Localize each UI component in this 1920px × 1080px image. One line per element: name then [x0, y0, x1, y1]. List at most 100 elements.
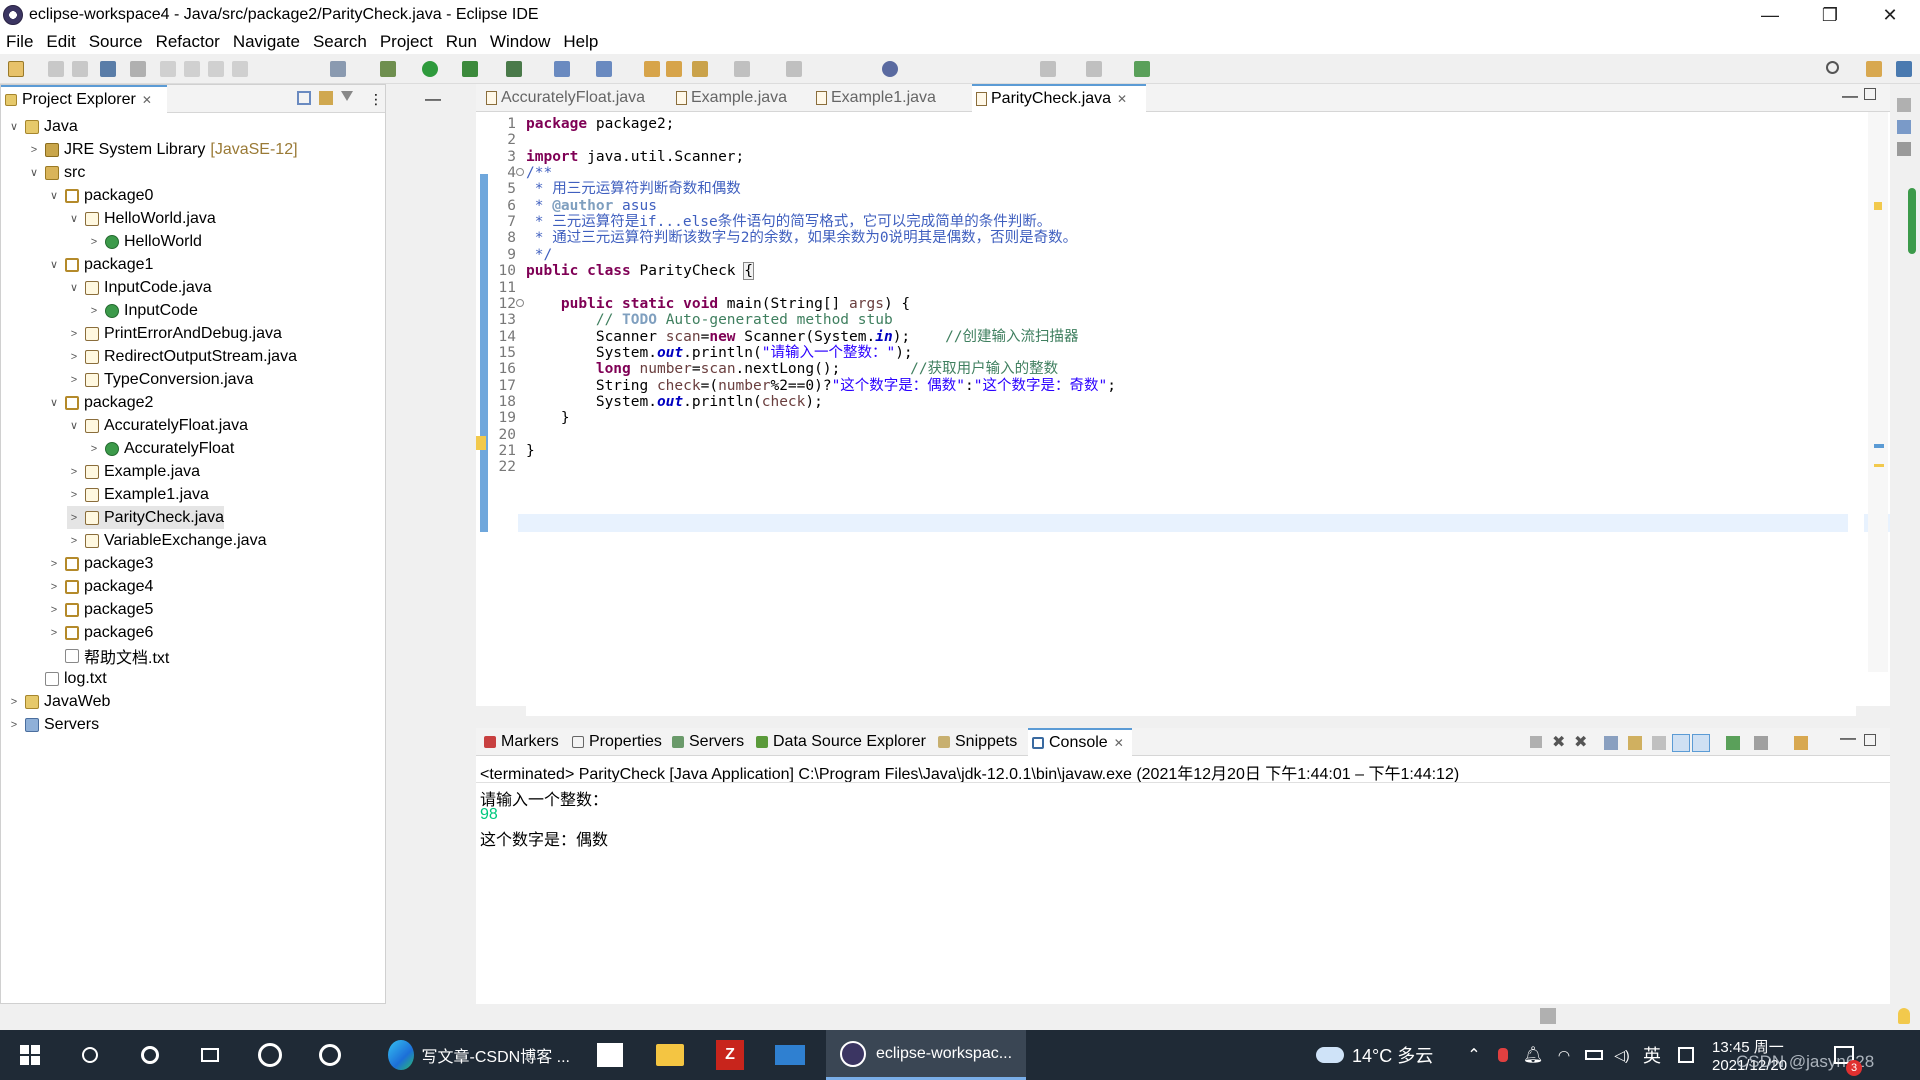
open-console-icon[interactable]: [1794, 736, 1808, 750]
debug-icon[interactable]: [380, 61, 396, 77]
ime-mode-button[interactable]: 英: [1638, 1030, 1666, 1080]
terminate-icon[interactable]: [1530, 736, 1542, 748]
chevron-right-icon[interactable]: >: [7, 696, 21, 708]
tree-item[interactable]: > JRE System Library [JavaSE-12]: [27, 138, 298, 161]
chevron-down-icon[interactable]: ∨: [27, 166, 41, 179]
code-line[interactable]: public class ParityCheck {: [526, 262, 754, 281]
tab-properties[interactable]: Properties: [568, 728, 664, 756]
view-menu-icon[interactable]: ⋮: [369, 91, 383, 108]
filezilla-button[interactable]: Z: [700, 1030, 760, 1080]
chevron-right-icon[interactable]: >: [87, 236, 101, 248]
tree-item[interactable]: > Example.java: [67, 460, 200, 483]
show-stdout-icon[interactable]: [1672, 734, 1690, 752]
code-line[interactable]: * 通过三元运算符判断该数字与2的余数，如果余数为0说明其是偶数，否则是奇数。: [526, 230, 1077, 246]
chevron-right-icon[interactable]: >: [67, 328, 81, 340]
open-task-icon[interactable]: [666, 61, 682, 77]
tab-servers[interactable]: Servers: [668, 728, 748, 756]
save-all-icon[interactable]: [72, 61, 88, 77]
tree-item[interactable]: > AccuratelyFloat: [87, 437, 234, 460]
tree-item[interactable]: > Example1.java: [67, 483, 209, 506]
chevron-down-icon[interactable]: ∨: [67, 281, 81, 294]
chevron-right-icon[interactable]: >: [47, 627, 61, 639]
open-perspective-icon[interactable]: [1134, 61, 1150, 77]
maximize-view-icon[interactable]: [1864, 734, 1876, 746]
horizontal-scrollbar[interactable]: [526, 702, 1856, 716]
open-type-icon[interactable]: [330, 61, 346, 77]
open-folder-icon[interactable]: [644, 61, 660, 77]
menu-navigate[interactable]: Navigate: [233, 32, 300, 52]
code-line[interactable]: */: [526, 247, 552, 263]
new-package-icon[interactable]: [596, 61, 612, 77]
console-vertical-scrollbar[interactable]: [1864, 786, 1880, 972]
chevron-right-icon[interactable]: >: [47, 604, 61, 616]
code-line[interactable]: * 用三元运算符判断奇数和偶数: [526, 181, 741, 197]
console-horizontal-scrollbar[interactable]: [486, 982, 1856, 998]
tree-item[interactable]: 帮助文档.txt: [47, 644, 169, 667]
tab-console[interactable]: Console ✕: [1028, 728, 1132, 756]
word-wrap-icon[interactable]: [1652, 736, 1666, 750]
chevron-right-icon[interactable]: >: [27, 144, 41, 156]
chevron-right-icon[interactable]: >: [67, 374, 81, 386]
tree-item[interactable]: log.txt: [27, 667, 107, 690]
network-button[interactable]: ◠: [1550, 1030, 1578, 1080]
forward-icon[interactable]: [1086, 61, 1102, 77]
progress-icon[interactable]: [1540, 1008, 1556, 1024]
tree-item[interactable]: > ParityCheck.java: [67, 506, 225, 529]
task-list-icon[interactable]: [1897, 142, 1911, 156]
show-hidden-icons-button[interactable]: ⌃: [1462, 1030, 1486, 1080]
volume-button[interactable]: ◁): [1608, 1030, 1636, 1080]
tree-item[interactable]: > JavaWeb: [7, 690, 111, 713]
menu-edit[interactable]: Edit: [46, 32, 75, 52]
mail-button[interactable]: [760, 1030, 820, 1080]
tree-item[interactable]: > RedirectOutputStream.java: [67, 345, 297, 368]
chevron-down-icon[interactable]: ∨: [7, 120, 21, 133]
outline-icon[interactable]: [1897, 120, 1911, 134]
toggle-mark-icon[interactable]: [786, 61, 802, 77]
menu-run[interactable]: Run: [446, 32, 477, 52]
tree-item[interactable]: ∨ AccuratelyFloat.java: [67, 414, 248, 437]
cortana-button[interactable]: [120, 1030, 180, 1080]
tree-item[interactable]: ∨ package0: [47, 184, 153, 207]
pinned-app-button[interactable]: [240, 1030, 300, 1080]
ime-keyboard-button[interactable]: [1672, 1030, 1700, 1080]
coverage-icon[interactable]: [462, 61, 478, 77]
tab-markers[interactable]: Markers: [480, 728, 560, 756]
pin-console-icon[interactable]: [1726, 736, 1740, 750]
menu-window[interactable]: Window: [490, 32, 550, 52]
tab-example[interactable]: Example.java: [672, 84, 812, 112]
chevron-right-icon[interactable]: >: [47, 558, 61, 570]
minimize-editor-icon[interactable]: —: [1842, 88, 1858, 106]
fold-toggle-icon[interactable]: [516, 298, 524, 307]
search-icon[interactable]: [1826, 61, 1839, 74]
menu-help[interactable]: Help: [563, 32, 598, 52]
chevron-down-icon[interactable]: ∨: [67, 212, 81, 225]
annotation-icon[interactable]: [734, 61, 750, 77]
show-stderr-icon[interactable]: [1692, 734, 1710, 752]
run-icon[interactable]: [422, 61, 438, 77]
clear-console-icon[interactable]: [1604, 736, 1618, 750]
code-line[interactable]: public static void main(String[] args) {: [526, 296, 910, 312]
tab-snippets[interactable]: Snippets: [934, 728, 1024, 756]
close-tab-icon[interactable]: ✕: [1117, 92, 1127, 106]
suspend-icon[interactable]: [184, 61, 200, 77]
chevron-right-icon[interactable]: >: [67, 535, 81, 547]
menu-refactor[interactable]: Refactor: [156, 32, 220, 52]
code-line[interactable]: String check=(number%2==0)?"这个数字是：偶数":"这…: [526, 378, 1116, 394]
code-line[interactable]: }: [526, 443, 535, 459]
start-button[interactable]: [0, 1030, 60, 1080]
tree-item[interactable]: > InputCode: [87, 299, 198, 322]
tab-project-explorer[interactable]: Project Explorer ✕: [1, 85, 167, 113]
code-line[interactable]: * 三元运算符是if...else条件语句的简写格式，它可以完成简单的条件判断。: [526, 214, 1052, 230]
scroll-lock-icon[interactable]: [1628, 736, 1642, 750]
file-explorer-button[interactable]: [640, 1030, 700, 1080]
chevron-right-icon[interactable]: >: [7, 719, 21, 731]
collapse-all-icon[interactable]: [297, 91, 311, 105]
code-line[interactable]: * @author asus: [526, 198, 657, 214]
perspective-java-ee-icon[interactable]: [1866, 61, 1882, 77]
menu-file[interactable]: File: [6, 32, 33, 52]
minimize-view-icon[interactable]: —: [425, 91, 441, 109]
new-java-project-icon[interactable]: [554, 61, 570, 77]
code-line[interactable]: // TODO Auto-generated method stub: [526, 312, 893, 328]
link-with-editor-icon[interactable]: [319, 91, 333, 105]
chevron-right-icon[interactable]: >: [67, 512, 81, 524]
